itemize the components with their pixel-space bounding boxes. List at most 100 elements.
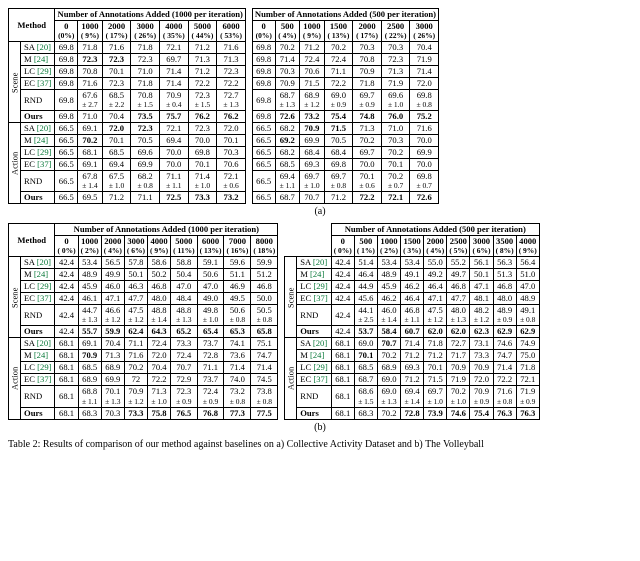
col-header: 2500( 22%) (381, 21, 410, 42)
value-cell: 45.6 (354, 293, 377, 305)
method-cell: RND (21, 305, 55, 326)
value-cell: 71.5 (300, 78, 325, 90)
citation-link[interactable]: [24] (34, 135, 48, 145)
value-cell: 72.2 (147, 374, 170, 386)
citation-link[interactable]: [24] (34, 54, 48, 64)
value-cell: 70.9 (353, 66, 382, 78)
panel-b-label: (b) (8, 422, 632, 433)
value-cell: 71.8 (353, 78, 382, 90)
value-cell: 70.2 (324, 42, 353, 54)
value-cell: 68.2 (275, 147, 300, 159)
value-cell: 53.4 (401, 257, 424, 269)
value-cell: 74.8 (353, 111, 382, 123)
value-cell: 66.5 (55, 135, 78, 147)
citation-link[interactable]: [20] (37, 123, 51, 133)
citation-link[interactable]: [37] (313, 374, 327, 384)
value-cell: 69.4± 1.1 (275, 171, 300, 192)
col-header: 3000( 26%) (410, 21, 439, 42)
value-cell: 71.3 (353, 123, 382, 135)
results-table: Number of Annotations Added (500 per ite… (284, 223, 540, 419)
value-cell: 65.4 (197, 326, 224, 338)
citation-link[interactable]: [24] (34, 350, 48, 360)
value-cell: 74.9 (516, 338, 539, 350)
citation-link[interactable]: [29] (313, 281, 327, 291)
value-cell: 58.6 (147, 257, 170, 269)
value-cell: 70.0 (188, 135, 217, 147)
value-cell: 70.9 (300, 123, 325, 135)
value-cell: 75.1 (251, 338, 278, 350)
value-cell: 70.5 (324, 135, 353, 147)
value-cell: 46.3 (124, 281, 147, 293)
value-cell: 60.7 (401, 326, 424, 338)
value-cell: 68.9 (101, 362, 124, 374)
value-cell: 47.1 (470, 281, 493, 293)
value-cell: 56.3 (493, 257, 516, 269)
value-cell: 56.1 (470, 257, 493, 269)
value-cell: 70.1 (217, 135, 246, 147)
value-cell: 70.1 (188, 159, 217, 171)
group-action: Action (285, 338, 297, 419)
value-cell: 74.7 (251, 350, 278, 362)
value-cell: 71.9 (447, 374, 470, 386)
citation-link[interactable]: [29] (37, 281, 51, 291)
value-cell: 42.4 (55, 305, 78, 326)
method-cell: LC [29] (21, 147, 55, 159)
value-cell: 50.6± 0.8 (224, 305, 251, 326)
value-cell: 68.1 (55, 407, 78, 419)
value-cell: 73.3 (470, 350, 493, 362)
citation-link[interactable]: [37] (37, 78, 51, 88)
value-cell: 72.8 (401, 407, 424, 419)
citation-link[interactable]: [24] (34, 269, 48, 279)
value-cell: 53.4 (78, 257, 101, 269)
value-cell: 68.1 (55, 386, 78, 407)
value-cell: 70.0 (353, 159, 382, 171)
value-cell: 72.2 (217, 78, 246, 90)
method-cell: M [24] (297, 269, 331, 281)
col-header: 5000( 11%) (171, 236, 197, 257)
citation-link[interactable]: [29] (313, 362, 327, 372)
value-cell: 45.9 (377, 281, 400, 293)
value-cell: 69.5 (78, 192, 103, 204)
value-cell: 58.4 (377, 326, 400, 338)
citation-link[interactable]: [20] (37, 42, 51, 52)
value-cell: 68.5 (275, 159, 300, 171)
col-header: 2000( 4%) (424, 236, 447, 257)
value-cell: 72.4 (171, 350, 197, 362)
citation-link[interactable]: [37] (37, 293, 51, 303)
col-header: 0(0%) (252, 21, 275, 42)
citation-link[interactable]: [20] (313, 338, 327, 348)
citation-link[interactable]: [20] (37, 257, 51, 267)
value-cell: 70.3 (381, 42, 410, 54)
value-cell: 69.8 (55, 90, 78, 111)
citation-link[interactable]: [37] (37, 159, 51, 169)
col-header: 6000( 13%) (197, 236, 224, 257)
value-cell: 71.0 (381, 123, 410, 135)
value-cell: 71.0 (78, 111, 103, 123)
citation-link[interactable]: [20] (313, 257, 327, 267)
value-cell: 50.4 (171, 269, 197, 281)
annotations-header: Number of Annotations Added (500 per ite… (331, 224, 539, 236)
citation-link[interactable]: [29] (37, 362, 51, 372)
value-cell: 69.3 (401, 362, 424, 374)
citation-link[interactable]: [37] (313, 293, 327, 303)
value-cell: 62.0 (447, 326, 470, 338)
value-cell: 70.4 (101, 338, 124, 350)
citation-link[interactable]: [29] (37, 66, 51, 76)
table-caption: Table 2: Results of comparison of our me… (8, 439, 632, 450)
value-cell: 44.1± 2.5 (354, 305, 377, 326)
citation-link[interactable]: [37] (37, 374, 51, 384)
value-cell: 44.9 (354, 281, 377, 293)
citation-link[interactable]: [29] (37, 147, 51, 157)
value-cell: 42.4 (55, 269, 78, 281)
citation-link[interactable]: [20] (37, 338, 51, 348)
citation-link[interactable]: [24] (310, 350, 324, 360)
value-cell: 71.4± 1.0 (188, 171, 217, 192)
value-cell: 72.4 (300, 54, 325, 66)
value-cell: 71.1 (124, 338, 147, 350)
col-header: 0(0%) (55, 21, 78, 42)
value-cell: 48.9± 0.9 (493, 305, 516, 326)
value-cell: 64.3 (147, 326, 170, 338)
value-cell: 71.4 (159, 66, 188, 78)
value-cell: 71.9± 0.9 (516, 386, 539, 407)
citation-link[interactable]: [24] (310, 269, 324, 279)
